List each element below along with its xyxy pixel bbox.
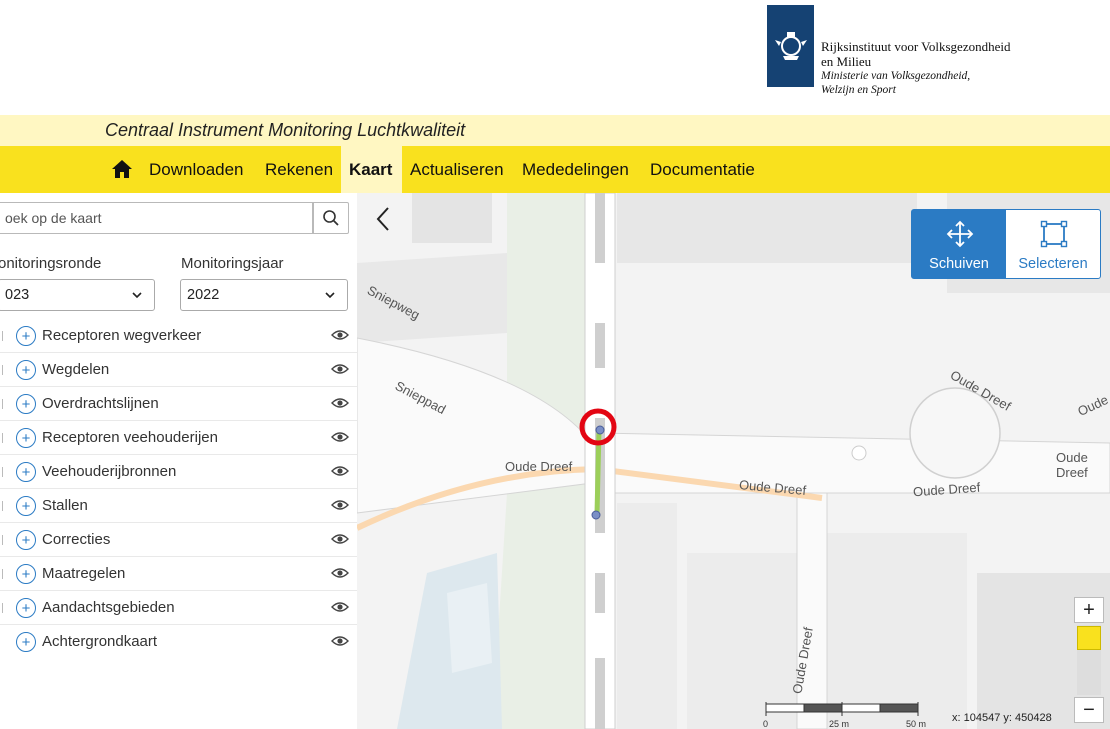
chevron-left-icon[interactable] [371, 205, 395, 233]
monitoringsronde-label: onitoringsronde [0, 255, 102, 272]
expand-icon[interactable]: + [16, 632, 36, 652]
layer-label: Receptoren wegverkeer [42, 327, 202, 344]
nav-documentatie[interactable]: Documentatie [642, 146, 763, 193]
app-title: Centraal Instrument Monitoring Luchtkwal… [105, 120, 466, 140]
coordinate-readout: x: 104547 y: 450428 [952, 712, 1052, 724]
map-tool-group: Schuiven Selecteren [911, 209, 1101, 279]
eye-icon[interactable] [331, 396, 349, 410]
tree-connector [2, 433, 5, 443]
eye-icon[interactable] [331, 634, 349, 648]
layer-label: Achtergrondkaart [42, 633, 158, 650]
app-title-bar: Centraal Instrument Monitoring Luchtkwal… [0, 115, 1110, 146]
move-tool-label: Schuiven [929, 256, 989, 272]
chevron-down-icon [325, 292, 335, 299]
eye-icon[interactable] [331, 464, 349, 478]
logo-line-4: Welzijn en Sport [821, 84, 896, 96]
monitoringsronde-value: 023 [5, 287, 30, 303]
expand-icon[interactable]: + [16, 326, 36, 346]
layer-receptoren-veehouderijen[interactable]: + Receptoren veehouderijen [0, 421, 357, 455]
nav-rekenen[interactable]: Rekenen [257, 146, 341, 193]
crest-icon [767, 5, 814, 87]
move-icon [946, 220, 974, 248]
zoom-slider-thumb[interactable] [1077, 626, 1101, 650]
select-tool-label: Selecteren [1018, 256, 1088, 272]
nav-mededelingen[interactable]: Mededelingen [514, 146, 637, 193]
sidebar: oek op de kaart onitoringsronde 023 Moni… [0, 193, 357, 729]
layer-wegdelen[interactable]: + Wegdelen [0, 353, 357, 387]
eye-icon[interactable] [331, 532, 349, 546]
layer-stallen[interactable]: + Stallen [0, 489, 357, 523]
layer-label: Stallen [42, 497, 88, 514]
layer-veehouderijbronnen[interactable]: + Veehouderijbronnen [0, 455, 357, 489]
rivm-logo: Rijksinstituut voor Volksgezondheid en M… [767, 5, 1107, 100]
home-icon[interactable] [110, 158, 134, 180]
nav-kaart[interactable]: Kaart [341, 146, 402, 193]
zoom-out-button[interactable]: − [1074, 697, 1104, 723]
zoom-control: + − [1074, 597, 1104, 725]
expand-icon[interactable]: + [16, 360, 36, 380]
tree-connector [2, 399, 5, 409]
scale-label: 0 [763, 719, 769, 729]
main-nav: Downloaden Rekenen Kaart Actualiseren Me… [0, 146, 1110, 193]
select-tool-button[interactable]: Selecteren [1006, 210, 1100, 278]
street-label: Oude Dreef [505, 459, 573, 474]
scale-label: 25 m [829, 719, 850, 729]
layer-label: Aandachtsgebieden [42, 599, 175, 616]
layer-label: Overdrachtslijnen [42, 395, 159, 412]
expand-icon[interactable]: + [16, 598, 36, 618]
tree-connector [2, 603, 5, 613]
tree-connector [2, 467, 5, 477]
expand-icon[interactable]: + [16, 462, 36, 482]
layer-achtergrondkaart[interactable]: + Achtergrondkaart [0, 625, 357, 659]
tree-connector [2, 331, 5, 341]
expand-icon[interactable]: + [16, 496, 36, 516]
logo-line-1: Rijksinstituut voor Volksgezondheid [821, 39, 1011, 54]
logo-text: Rijksinstituut voor Volksgezondheid en M… [821, 39, 1010, 97]
layer-label: Veehouderijbronnen [42, 463, 177, 480]
scale-bar-graphic [765, 702, 919, 716]
tree-connector [2, 535, 5, 545]
search-icon [323, 210, 339, 226]
expand-icon[interactable]: + [16, 564, 36, 584]
scale-label: 50 m [906, 719, 927, 729]
zoom-in-button[interactable]: + [1074, 597, 1104, 623]
monitoringsjaar-select[interactable]: 2022 [180, 279, 348, 311]
tree-connector [2, 365, 5, 375]
layer-label: Receptoren veehouderijen [42, 429, 218, 446]
expand-icon[interactable]: + [16, 530, 36, 550]
search-input[interactable]: oek op de kaart [0, 202, 313, 234]
layer-label: Maatregelen [42, 565, 126, 582]
layer-receptoren-wegverkeer[interactable]: + Receptoren wegverkeer [0, 319, 357, 353]
eye-icon[interactable] [331, 600, 349, 614]
expand-icon[interactable]: + [16, 394, 36, 414]
eye-icon[interactable] [331, 566, 349, 580]
layer-correcties[interactable]: + Correcties [0, 523, 357, 557]
nav-downloaden[interactable]: Downloaden [141, 146, 252, 193]
move-tool-button[interactable]: Schuiven [912, 210, 1006, 278]
layer-list: + Receptoren wegverkeer + Wegdelen + Ove… [0, 319, 357, 659]
eye-icon[interactable] [331, 498, 349, 512]
nav-actualiseren[interactable]: Actualiseren [402, 146, 512, 193]
layer-aandachtsgebieden[interactable]: + Aandachtsgebieden [0, 591, 357, 625]
logo-line-2: en Milieu [821, 54, 872, 69]
monitoringsjaar-value: 2022 [187, 287, 220, 303]
layer-overdrachtslijnen[interactable]: + Overdrachtslijnen [0, 387, 357, 421]
layer-label: Correcties [42, 531, 111, 548]
logo-line-3: Ministerie van Volksgezondheid, [821, 70, 971, 82]
monitoringsjaar-label: Monitoringsjaar [181, 255, 284, 272]
street-label: Oude Dreef [1056, 450, 1088, 480]
layer-maatregelen[interactable]: + Maatregelen [0, 557, 357, 591]
select-icon [1040, 220, 1068, 248]
chevron-down-icon [132, 292, 142, 299]
expand-icon[interactable]: + [16, 428, 36, 448]
eye-icon[interactable] [331, 328, 349, 342]
scale-bar: 0 25 m 50 m [763, 702, 928, 729]
search-button[interactable] [313, 202, 349, 234]
layer-label: Wegdelen [42, 361, 110, 378]
tree-connector [2, 569, 5, 579]
monitoringsronde-select[interactable]: 023 [0, 279, 155, 311]
eye-icon[interactable] [331, 430, 349, 444]
eye-icon[interactable] [331, 362, 349, 376]
tree-connector [2, 501, 5, 511]
